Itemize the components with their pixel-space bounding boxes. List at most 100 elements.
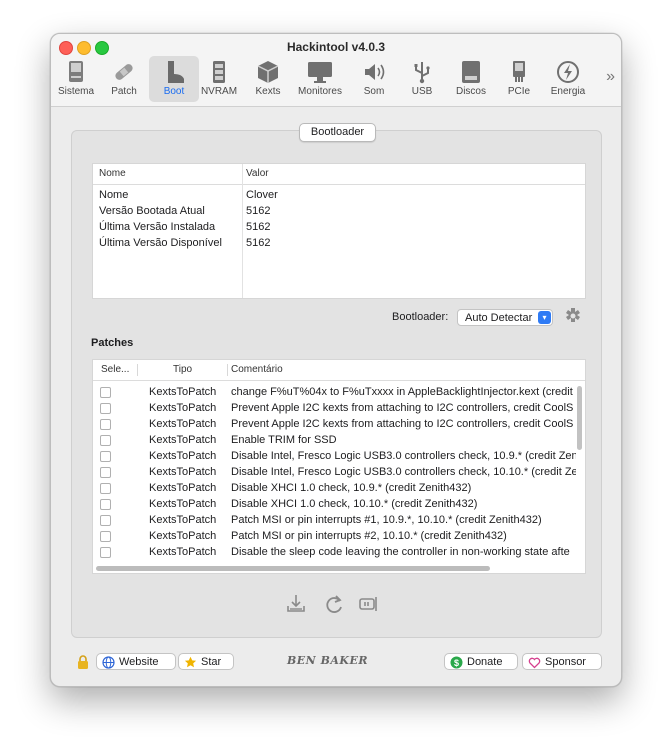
bootloader-tab[interactable]: Bootloader (299, 123, 376, 142)
header-divider (93, 380, 585, 381)
boot-panel: Bootloader Nome Valor Nome Clover Versão… (71, 123, 602, 638)
row-comentario: Disable Intel, Fresco Logic USB3.0 contr… (231, 450, 576, 462)
row-comentario: change F%uT%04x to F%uTxxxx in AppleBack… (231, 386, 573, 398)
donate-label: Donate (467, 656, 503, 668)
row-tipo: KextsToPatch (149, 450, 217, 462)
table-row[interactable]: KextsToPatch Enable TRIM for SSD (93, 432, 576, 448)
download-icon[interactable] (284, 593, 308, 615)
star-icon (184, 656, 197, 668)
table-row[interactable]: KextsToPatch change F%uT%04x to F%uTxxxx … (93, 384, 576, 400)
row-value: 5162 (246, 237, 271, 249)
row-name: Nome (99, 189, 129, 201)
vertical-scrollbar[interactable] (577, 386, 582, 450)
row-checkbox[interactable] (100, 403, 111, 414)
website-button[interactable]: Website (96, 653, 176, 670)
row-comentario: Patch MSI or pin interrupts #2, 10.10.* … (231, 530, 507, 542)
globe-icon (102, 656, 115, 669)
tab-patch[interactable]: Patch (99, 56, 149, 102)
row-tipo: KextsToPatch (149, 386, 217, 398)
column-header-select[interactable]: Sele... (101, 360, 129, 380)
row-checkbox[interactable] (100, 483, 111, 494)
row-tipo: KextsToPatch (149, 498, 217, 510)
tab-energia[interactable]: Energia (543, 56, 593, 102)
donate-button[interactable]: $ Donate (444, 653, 518, 670)
tab-kexts[interactable]: Kexts (243, 56, 293, 102)
system-icon (69, 61, 83, 82)
tab-nvram[interactable]: NVRAM (194, 56, 244, 102)
app-window: Hackintool v4.0.3 Sistema Patch Boot NVR… (50, 33, 622, 687)
column-header-comentario[interactable]: Comentário (231, 360, 283, 380)
speaker-icon (365, 64, 385, 80)
star-label: Star (201, 656, 222, 668)
row-tipo: KextsToPatch (149, 402, 217, 414)
row-checkbox[interactable] (100, 435, 111, 446)
column-divider (137, 364, 138, 376)
tab-boot[interactable]: Boot (149, 56, 199, 102)
tab-discos[interactable]: Discos (446, 56, 496, 102)
row-name: Última Versão Instalada (99, 221, 216, 233)
table-row[interactable]: KextsToPatch Patch MSI or pin interrupts … (93, 528, 576, 544)
ben-baker-logo[interactable]: BEN BAKER (287, 654, 368, 667)
column-divider (227, 364, 228, 376)
row-checkbox[interactable] (100, 499, 111, 510)
row-tipo: KextsToPatch (149, 530, 217, 542)
export-icon[interactable] (357, 593, 381, 615)
table-row[interactable]: KextsToPatch Disable the sleep code leavi… (93, 544, 576, 560)
row-checkbox[interactable] (100, 419, 111, 430)
bootloader-label: Bootloader: (392, 311, 449, 323)
row-checkbox[interactable] (100, 451, 111, 462)
table-row[interactable]: Última Versão Instalada 5162 (99, 219, 270, 235)
website-label: Website (119, 656, 159, 668)
disk-icon (462, 61, 480, 83)
table-row[interactable]: KextsToPatch Prevent Apple I2C kexts from… (93, 416, 576, 432)
header-divider (93, 184, 585, 185)
tab-som[interactable]: Som (349, 56, 399, 102)
table-row[interactable]: KextsToPatch Disable Intel, Fresco Logic … (93, 448, 576, 464)
row-checkbox[interactable] (100, 467, 111, 478)
row-checkbox[interactable] (100, 531, 111, 542)
chevron-down-icon: ▾ (538, 311, 551, 324)
monitor-icon (308, 62, 332, 83)
row-comentario: Disable XHCI 1.0 check, 10.10.* (credit … (231, 498, 478, 510)
tab-monitores[interactable]: Monitores (295, 56, 345, 102)
table-row[interactable]: Versão Bootada Atual 5162 (99, 203, 270, 219)
tab-sistema[interactable]: Sistema (51, 56, 101, 102)
refresh-icon[interactable] (322, 593, 346, 615)
column-header-valor[interactable]: Valor (246, 164, 269, 184)
sponsor-button[interactable]: Sponsor (522, 653, 602, 670)
usb-icon (414, 62, 430, 84)
dollar-icon: $ (450, 656, 463, 669)
power-icon (557, 61, 579, 83)
star-button[interactable]: Star (178, 653, 234, 670)
tab-pcie[interactable]: PCIe (494, 56, 544, 102)
row-checkbox[interactable] (100, 547, 111, 558)
row-value: 5162 (246, 221, 271, 233)
row-tipo: KextsToPatch (149, 434, 217, 446)
table-row[interactable]: KextsToPatch Disable Intel, Fresco Logic … (93, 464, 576, 480)
table-row[interactable]: Nome Clover (99, 187, 278, 203)
row-tipo: KextsToPatch (149, 546, 217, 558)
row-checkbox[interactable] (100, 387, 111, 398)
row-checkbox[interactable] (100, 515, 111, 526)
tab-usb[interactable]: USB (397, 56, 447, 102)
row-tipo: KextsToPatch (149, 482, 217, 494)
table-row[interactable]: KextsToPatch Disable XHCI 1.0 check, 10.9… (93, 480, 576, 496)
table-row[interactable]: KextsToPatch Patch MSI or pin interrupts … (93, 512, 576, 528)
more-toolbar-icon[interactable]: » (606, 68, 615, 86)
row-comentario: Prevent Apple I2C kexts from attaching t… (231, 418, 574, 430)
table-row[interactable]: Última Versão Disponível 5162 (99, 235, 270, 251)
lock-icon[interactable] (77, 655, 89, 669)
gear-icon[interactable] (563, 306, 583, 326)
row-tipo: KextsToPatch (149, 418, 217, 430)
patches-title: Patches (91, 337, 134, 349)
bootloader-select[interactable]: Auto Detectar ▾ (457, 309, 553, 326)
row-comentario: Disable Intel, Fresco Logic USB3.0 contr… (231, 466, 576, 478)
row-comentario: Disable XHCI 1.0 check, 10.9.* (credit Z… (231, 482, 472, 494)
table-row[interactable]: KextsToPatch Disable XHCI 1.0 check, 10.1… (93, 496, 576, 512)
bootloader-select-value: Auto Detectar (465, 312, 533, 324)
row-comentario: Enable TRIM for SSD (231, 434, 337, 446)
column-header-tipo[interactable]: Tipo (173, 360, 192, 380)
table-row[interactable]: KextsToPatch Prevent Apple I2C kexts from… (93, 400, 576, 416)
column-header-nome[interactable]: Nome (99, 164, 126, 184)
horizontal-scrollbar[interactable] (96, 566, 490, 571)
